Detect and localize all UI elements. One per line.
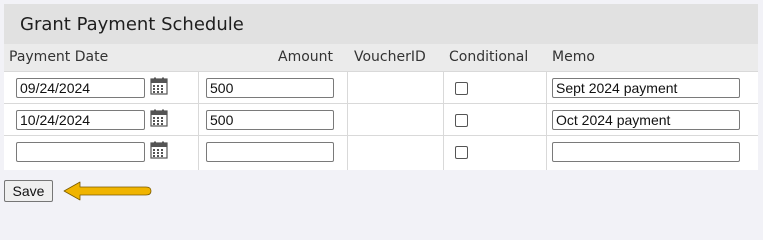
calendar-icon[interactable] xyxy=(150,141,168,159)
header-memo: Memo xyxy=(552,49,595,65)
header-voucher-id: VoucherID xyxy=(354,49,426,65)
amount-input[interactable] xyxy=(206,78,334,98)
table-row xyxy=(4,135,758,170)
calendar-icon[interactable] xyxy=(150,109,168,127)
table-row xyxy=(4,71,758,104)
amount-input[interactable] xyxy=(206,110,334,130)
conditional-checkbox[interactable] xyxy=(455,82,468,95)
payment-date-input[interactable] xyxy=(16,110,145,130)
page-title: Grant Payment Schedule xyxy=(20,14,244,35)
conditional-checkbox[interactable] xyxy=(455,146,468,159)
payment-date-input[interactable] xyxy=(16,142,145,162)
save-button[interactable]: Save xyxy=(4,180,53,202)
title-bar: Grant Payment Schedule xyxy=(4,4,758,44)
header-amount: Amount xyxy=(278,49,334,65)
conditional-checkbox[interactable] xyxy=(455,114,468,127)
payment-date-input[interactable] xyxy=(16,78,145,98)
memo-input[interactable] xyxy=(552,142,740,162)
table-header: Payment Date Amount VoucherID Conditiona… xyxy=(4,44,758,71)
arrow-left-icon xyxy=(63,181,152,201)
calendar-icon[interactable] xyxy=(150,77,168,95)
amount-input[interactable] xyxy=(206,142,334,162)
header-conditional: Conditional xyxy=(449,49,529,65)
table-row xyxy=(4,103,758,136)
memo-input[interactable] xyxy=(552,78,740,98)
header-payment-date: Payment Date xyxy=(9,49,109,65)
memo-input[interactable] xyxy=(552,110,740,130)
